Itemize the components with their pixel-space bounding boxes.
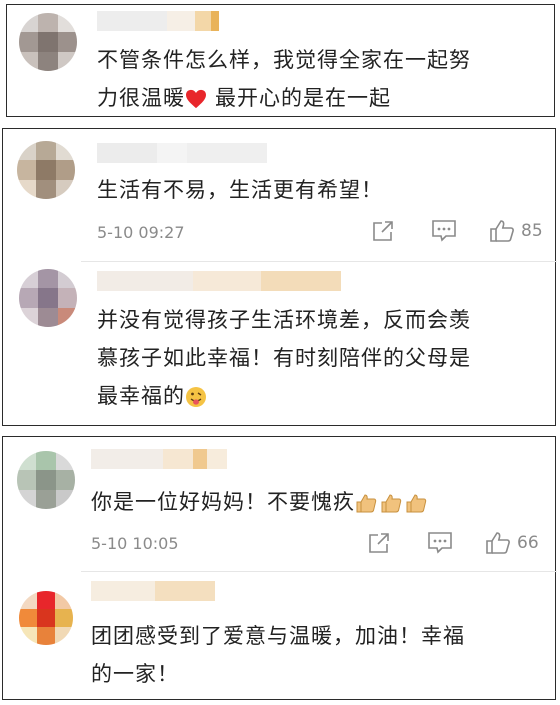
red-heart-icon [186,89,206,109]
avatar[interactable] [19,591,73,645]
comment-icon [428,532,452,554]
avatar[interactable] [19,269,77,327]
share-button[interactable] [371,219,395,243]
share-button[interactable] [367,531,391,555]
comment-card-2: 生活有不易，生活更有希望！ 5-10 09:27 85 并没有觉得孩子生活环境差… [2,128,557,426]
thumbs-up-icon [490,220,514,242]
comment-card-1: 不管条件怎么样，我觉得全家在一起努 力很温暖 最开心的是在一起 [6,4,555,117]
divider [81,571,557,572]
thumbs-up-icon [486,532,510,554]
like-button[interactable]: 85 [489,219,543,243]
comment-button[interactable] [431,219,457,243]
share-icon [369,533,389,553]
share-icon [373,221,393,241]
tongue-out-face-icon [186,387,206,407]
avatar[interactable] [17,141,75,199]
thumbs-up-emoji-icon [356,494,427,513]
comment-text: 并没有觉得孩子生活环境差，反而会羡 慕孩子如此幸福！有时刻陪伴的父母是 最幸福的 [97,308,471,408]
comment-button[interactable] [427,531,453,555]
avatar[interactable] [19,13,77,71]
username-blurred[interactable] [97,11,219,31]
username-blurred[interactable] [97,271,341,291]
username-blurred[interactable] [91,581,215,601]
username-blurred[interactable] [91,449,227,469]
like-count: 85 [521,221,543,241]
username-blurred[interactable] [97,143,267,163]
comment-icon [432,220,456,242]
avatar[interactable] [17,451,75,509]
timestamp: 5-10 09:27 [97,223,185,242]
like-button[interactable]: 66 [485,531,539,555]
comment-text: 不管条件怎么样，我觉得全家在一起努 力很温暖 最开心的是在一起 [97,48,471,110]
comment-text: 团团感受到了爱意与温暖，加油！幸福 的一家！ [91,624,465,686]
comment-text: 你是一位好妈妈！不要愧疚 [91,483,431,521]
comment-card-3: 你是一位好妈妈！不要愧疚 5-10 10:05 66 团团感受到了爱意与温暖，加… [2,436,557,700]
like-count: 66 [517,533,539,553]
comment-text: 生活有不易，生活更有希望！ [97,178,383,202]
timestamp: 5-10 10:05 [91,534,179,553]
divider [81,261,557,262]
